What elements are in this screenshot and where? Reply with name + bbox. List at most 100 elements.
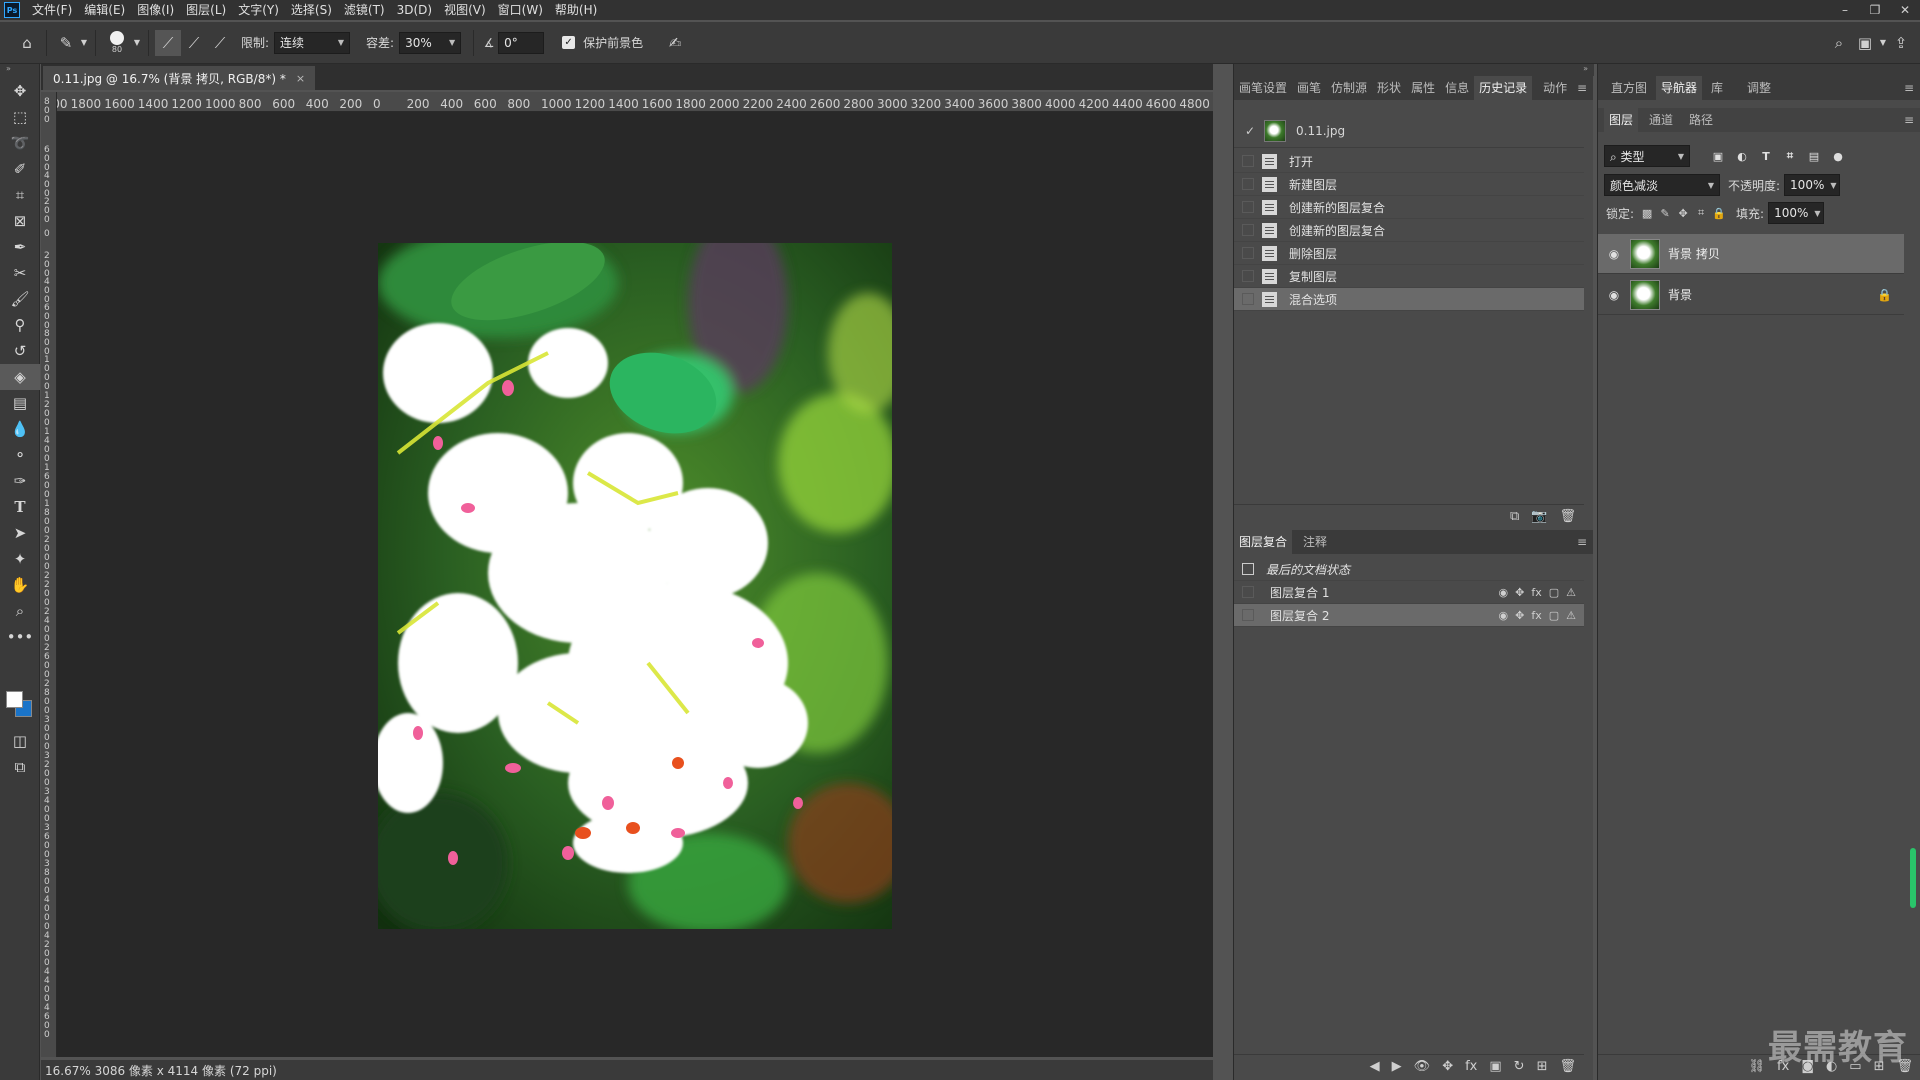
tab-libraries[interactable]: 库 bbox=[1706, 76, 1728, 100]
fx-icon[interactable]: fx bbox=[1531, 586, 1541, 599]
type-tool-icon[interactable]: T bbox=[0, 494, 40, 520]
filter-toggle-icon[interactable]: ● bbox=[1826, 150, 1850, 163]
menu-edit[interactable]: 编辑(E) bbox=[78, 0, 131, 20]
history-source-box[interactable] bbox=[1242, 201, 1254, 213]
panel-menu-icon[interactable]: ≡ bbox=[1577, 530, 1587, 554]
tolerance-input[interactable]: 30% ▼ bbox=[399, 31, 462, 54]
pressure-size-icon[interactable]: ✍ bbox=[662, 30, 688, 56]
history-item[interactable]: 创建新的图层复合 bbox=[1234, 196, 1584, 219]
document-tab[interactable]: 0.11.jpg @ 16.7% (背景 拷贝, RGB/8*) * × bbox=[43, 66, 316, 90]
visibility-icon[interactable]: 👁 bbox=[1414, 1059, 1431, 1074]
menu-image[interactable]: 图像(I) bbox=[131, 0, 180, 20]
share-icon[interactable]: ⇪ bbox=[1888, 30, 1914, 56]
limit-select[interactable]: 连续 ▼ bbox=[274, 31, 351, 54]
vertical-ruler[interactable]: 800 600 400 200 0 200 400 600 800 1000 1… bbox=[41, 92, 57, 1057]
angle-input[interactable]: 0° bbox=[498, 31, 545, 54]
opacity-input[interactable]: 100% ▼ bbox=[1784, 174, 1841, 196]
menu-window[interactable]: 窗口(W) bbox=[492, 0, 549, 20]
layer-filter-kind-select[interactable]: ⌕ 类型 ▼ bbox=[1604, 145, 1690, 167]
chevron-down-icon[interactable]: ▼ bbox=[1878, 30, 1888, 56]
menu-view[interactable]: 视图(V) bbox=[438, 0, 492, 20]
document-image[interactable] bbox=[378, 243, 892, 929]
screen-mode-icon[interactable]: ⧉ bbox=[0, 754, 40, 780]
eye-icon[interactable]: ◉ bbox=[1499, 586, 1509, 599]
link-layers-icon[interactable]: ⛓ bbox=[1749, 1059, 1766, 1074]
sampling-once-icon[interactable]: ⟋ bbox=[181, 30, 207, 56]
next-comp-icon[interactable]: ▶ bbox=[1392, 1059, 1402, 1074]
smart-object-icon[interactable]: ▢ bbox=[1549, 609, 1559, 622]
smart-object-icon[interactable]: ▢ bbox=[1549, 586, 1559, 599]
canvas-area[interactable] bbox=[57, 112, 1213, 1057]
menu-select[interactable]: 选择(S) bbox=[285, 0, 338, 20]
quick-select-tool-icon[interactable]: ✐ bbox=[0, 156, 40, 182]
smart-object-icon[interactable]: ▣ bbox=[1489, 1059, 1501, 1074]
history-item-selected[interactable]: 混合选项 bbox=[1234, 288, 1584, 311]
shape-tool-icon[interactable]: ✦ bbox=[0, 546, 40, 572]
protect-foreground-checkbox[interactable]: ✓ bbox=[562, 36, 576, 49]
eye-icon[interactable]: ◉ bbox=[1602, 247, 1626, 261]
smart-object-filter-icon[interactable]: ▤ bbox=[1802, 150, 1826, 163]
history-brush-source-icon[interactable]: ✓ bbox=[1240, 124, 1260, 138]
tab-actions[interactable]: 动作 bbox=[1538, 76, 1572, 100]
tab-notes[interactable]: 注释 bbox=[1298, 530, 1332, 554]
blend-mode-select[interactable]: 颜色减淡 ▼ bbox=[1604, 174, 1720, 196]
tab-paths[interactable]: 路径 bbox=[1684, 108, 1718, 132]
zoom-tool-icon[interactable]: ⌕ bbox=[0, 598, 40, 624]
last-document-state[interactable]: 最后的文档状态 bbox=[1234, 558, 1584, 581]
adjustment-layer-filter-icon[interactable]: ◐ bbox=[1730, 150, 1754, 163]
new-document-from-state-icon[interactable]: ⧉ bbox=[1510, 509, 1519, 524]
search-icon[interactable]: ⌕ bbox=[1826, 30, 1852, 56]
history-source-box[interactable] bbox=[1242, 155, 1254, 167]
crop-tool-icon[interactable]: ⌗ bbox=[0, 182, 40, 208]
restore-button[interactable]: ❐ bbox=[1860, 0, 1890, 20]
history-brush-tool-icon[interactable]: ↺ bbox=[0, 338, 40, 364]
camera-icon[interactable]: 📷 bbox=[1531, 509, 1547, 524]
quick-mask-icon[interactable]: ◫ bbox=[0, 728, 40, 754]
panel-menu-icon[interactable]: ≡ bbox=[1904, 76, 1914, 100]
marquee-tool-icon[interactable]: ⬚ bbox=[0, 104, 40, 130]
background-eraser-tool-icon[interactable]: ◈ bbox=[0, 364, 40, 390]
previous-comp-icon[interactable]: ◀ bbox=[1370, 1059, 1380, 1074]
menu-file[interactable]: 文件(F) bbox=[26, 0, 78, 20]
frame-tool-icon[interactable]: ⊠ bbox=[0, 208, 40, 234]
layer-name[interactable]: 背景 bbox=[1668, 286, 1692, 303]
tab-properties[interactable]: 属性 bbox=[1406, 76, 1440, 100]
horizontal-ruler[interactable]: 2000180016001400120010008006004002000200… bbox=[57, 92, 1213, 112]
shape-layer-filter-icon[interactable]: ⌗ bbox=[1778, 149, 1802, 163]
eyedropper-tool-icon[interactable]: ✒ bbox=[0, 234, 40, 260]
history-item[interactable]: 打开 bbox=[1234, 150, 1584, 173]
lock-artboard-icon[interactable]: ⌗ bbox=[1692, 206, 1710, 220]
brush-size-picker[interactable]: 80 bbox=[102, 28, 132, 58]
gradient-tool-icon[interactable]: ▤ bbox=[0, 390, 40, 416]
brush-tool-icon[interactable]: 🖌 bbox=[0, 286, 40, 312]
new-comp-icon[interactable]: ⊞ bbox=[1537, 1059, 1548, 1074]
workspace-icon[interactable]: ▣ bbox=[1852, 30, 1878, 56]
eye-icon[interactable]: ◉ bbox=[1602, 288, 1626, 302]
layer-row-selected[interactable]: ◉ 背景 拷贝 bbox=[1598, 234, 1904, 274]
close-tab-icon[interactable]: × bbox=[296, 72, 305, 85]
history-source-box[interactable] bbox=[1242, 293, 1254, 305]
tab-histogram[interactable]: 直方图 bbox=[1606, 76, 1652, 100]
more-tools-icon[interactable]: ••• bbox=[0, 624, 40, 650]
tab-clone-source[interactable]: 仿制源 bbox=[1326, 76, 1372, 100]
clone-stamp-tool-icon[interactable]: ⚲ bbox=[0, 312, 40, 338]
layer-comp-row[interactable]: 图层复合 1 ◉ ✥ fx ▢ ⚠ bbox=[1234, 581, 1584, 604]
minimize-button[interactable]: – bbox=[1830, 0, 1860, 20]
history-source-box[interactable] bbox=[1242, 178, 1254, 190]
collapse-panels-icon[interactable] bbox=[1598, 64, 1920, 76]
lock-image-pixels-icon[interactable]: ✎ bbox=[1656, 207, 1674, 220]
hand-tool-icon[interactable]: ✋ bbox=[0, 572, 40, 598]
comp-apply-box[interactable] bbox=[1242, 586, 1254, 598]
lock-position-icon[interactable]: ✥ bbox=[1674, 207, 1692, 220]
move-tool-icon[interactable]: ✥ bbox=[0, 78, 40, 104]
sampling-continuous-icon[interactable]: ⟋ bbox=[155, 29, 181, 56]
menu-help[interactable]: 帮助(H) bbox=[549, 0, 603, 20]
history-item[interactable]: 新建图层 bbox=[1234, 173, 1584, 196]
tab-brush-settings[interactable]: 画笔设置 bbox=[1234, 76, 1292, 100]
menu-filter[interactable]: 滤镜(T) bbox=[338, 0, 391, 20]
tab-info[interactable]: 信息 bbox=[1440, 76, 1474, 100]
blur-tool-icon[interactable]: 💧 bbox=[0, 416, 40, 442]
tab-adjustments[interactable]: 调整 bbox=[1742, 76, 1776, 100]
history-source-box[interactable] bbox=[1242, 224, 1254, 236]
pixel-layer-filter-icon[interactable]: ▣ bbox=[1706, 150, 1730, 163]
